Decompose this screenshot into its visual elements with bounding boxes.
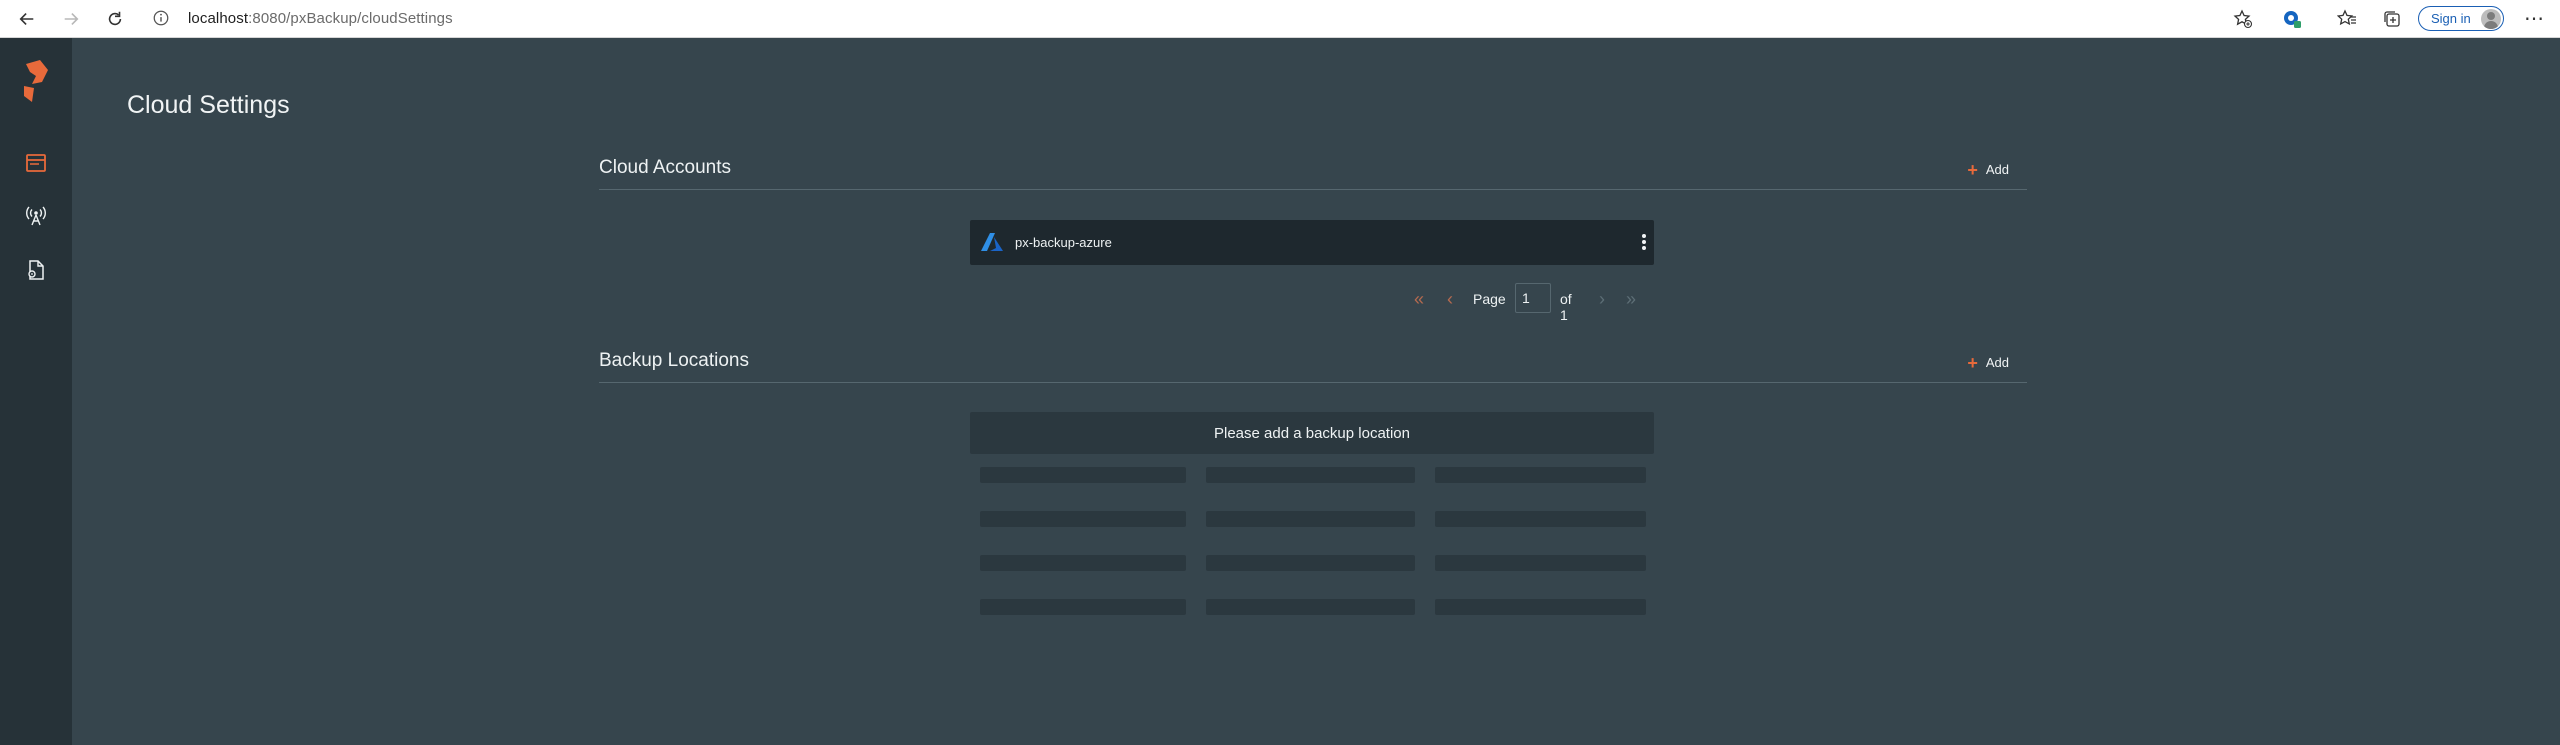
backup-locations-header: Backup Locations + Add (599, 346, 2027, 383)
backup-locations-title: Backup Locations (599, 350, 749, 371)
skeleton-placeholder (1206, 555, 1415, 571)
add-cloud-account-button[interactable]: + Add (1967, 159, 2009, 180)
plus-icon: + (1967, 159, 1978, 180)
collections-button[interactable] (2381, 8, 2403, 30)
arrow-left-icon (19, 13, 34, 25)
favorites-icon (2337, 9, 2356, 26)
browser-window-icon (26, 154, 46, 172)
empty-state-message: Please add a backup location (970, 412, 1654, 454)
arrow-right-icon (64, 13, 79, 25)
more-menu-button[interactable]: ⋯ (2524, 6, 2545, 31)
skeleton-placeholder (980, 599, 1186, 615)
last-page-icon[interactable]: » (1626, 289, 1636, 310)
document-gear-icon (28, 260, 44, 280)
forward-button[interactable] (57, 5, 85, 33)
next-page-icon[interactable]: › (1599, 289, 1605, 310)
sidebar-item-settings[interactable] (24, 258, 48, 282)
skeleton-placeholder (1435, 467, 1646, 483)
skeleton-placeholder (980, 511, 1186, 527)
skeleton-placeholder (1435, 511, 1646, 527)
star-plus-icon (2233, 9, 2253, 29)
skeleton-placeholder (1206, 511, 1415, 527)
add-favorite-button[interactable] (2232, 8, 2254, 30)
back-button[interactable] (13, 5, 41, 33)
app-sidebar (0, 38, 72, 745)
skeleton-placeholder (980, 555, 1186, 571)
cloud-accounts-title: Cloud Accounts (599, 157, 732, 178)
cloud-account-name: px-backup-azure (1015, 235, 1112, 250)
collections-icon (2384, 11, 2400, 27)
extension-badge-icon (2284, 11, 2301, 28)
address-bar[interactable]: localhost:8080/pxBackup/cloudSettings (188, 10, 453, 27)
browser-toolbar: localhost:8080/pxBackup/cloudSettings Si… (0, 0, 2560, 38)
sign-in-label: Sign in (2431, 11, 2471, 26)
url-path: :8080/pxBackup/cloudSettings (248, 10, 453, 27)
account-options-kebab-icon[interactable] (1640, 231, 1648, 253)
skeleton-placeholder (1206, 599, 1415, 615)
plus-icon: + (1967, 352, 1978, 373)
refresh-icon (108, 11, 122, 26)
first-page-icon[interactable]: « (1414, 289, 1424, 310)
extension-button[interactable] (2281, 8, 2303, 30)
azure-icon (981, 233, 1003, 251)
profile-avatar-icon (2481, 9, 2501, 29)
add-backup-location-button[interactable]: + Add (1967, 352, 2009, 373)
add-cloud-account-label: Add (1985, 162, 2009, 177)
skeleton-placeholder (980, 467, 1186, 483)
page-title: Cloud Settings (127, 91, 290, 119)
antenna-icon (26, 206, 46, 226)
page-number-input[interactable] (1515, 283, 1551, 313)
portworx-logo-icon[interactable] (22, 58, 50, 104)
page-count-label: of 1 (1560, 291, 1572, 323)
cloud-accounts-header: Cloud Accounts + Add (599, 153, 2027, 190)
skeleton-placeholder (1206, 467, 1415, 483)
favorites-button[interactable] (2336, 8, 2358, 30)
refresh-button[interactable] (101, 5, 129, 33)
cloud-account-card[interactable]: px-backup-azure (970, 220, 1654, 265)
sign-in-button[interactable]: Sign in (2418, 6, 2504, 31)
previous-page-icon[interactable]: ‹ (1447, 289, 1453, 310)
sidebar-item-dashboard[interactable] (24, 151, 48, 175)
url-host: localhost (188, 10, 249, 27)
page-label: Page (1473, 291, 1506, 307)
info-icon[interactable] (152, 9, 170, 27)
skeleton-placeholder (1435, 599, 1646, 615)
skeleton-placeholder (1435, 555, 1646, 571)
add-backup-location-label: Add (1985, 355, 2009, 370)
sidebar-item-backup[interactable] (24, 204, 48, 228)
